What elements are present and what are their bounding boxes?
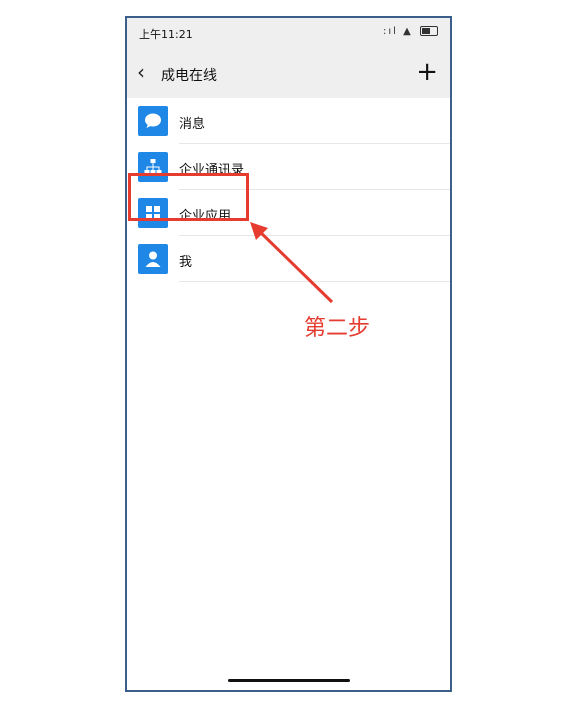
- nav-bar: ‹ 成电在线 +: [127, 48, 450, 98]
- menu-item-label: 消息: [179, 117, 206, 132]
- chat-bubble-icon: [138, 106, 168, 136]
- page-title: 成电在线: [161, 68, 217, 84]
- home-indicator[interactable]: [228, 679, 350, 682]
- status-bar: 上午11:21 :ıl ▲: [127, 18, 450, 48]
- pointer-arrow-icon: [250, 222, 334, 304]
- step-label: 第二步: [304, 316, 371, 341]
- back-arrow-icon[interactable]: ‹: [137, 60, 145, 84]
- person-icon: [138, 244, 168, 274]
- wifi-icon: ▲: [403, 26, 413, 37]
- menu-item-label: 我: [179, 255, 193, 270]
- menu-item-messages[interactable]: 消息: [127, 98, 450, 144]
- status-icons: :ıl ▲: [383, 26, 438, 37]
- phone-screen: 上午11:21 :ıl ▲ ‹ 成电在线 + 消息 企业通讯录 企业应用 我: [125, 16, 452, 692]
- battery-icon: [420, 26, 438, 36]
- signal-icon: :ıl: [382, 26, 398, 37]
- highlight-box: [128, 173, 249, 221]
- add-icon[interactable]: +: [416, 57, 438, 87]
- status-time: 上午11:21: [139, 28, 193, 41]
